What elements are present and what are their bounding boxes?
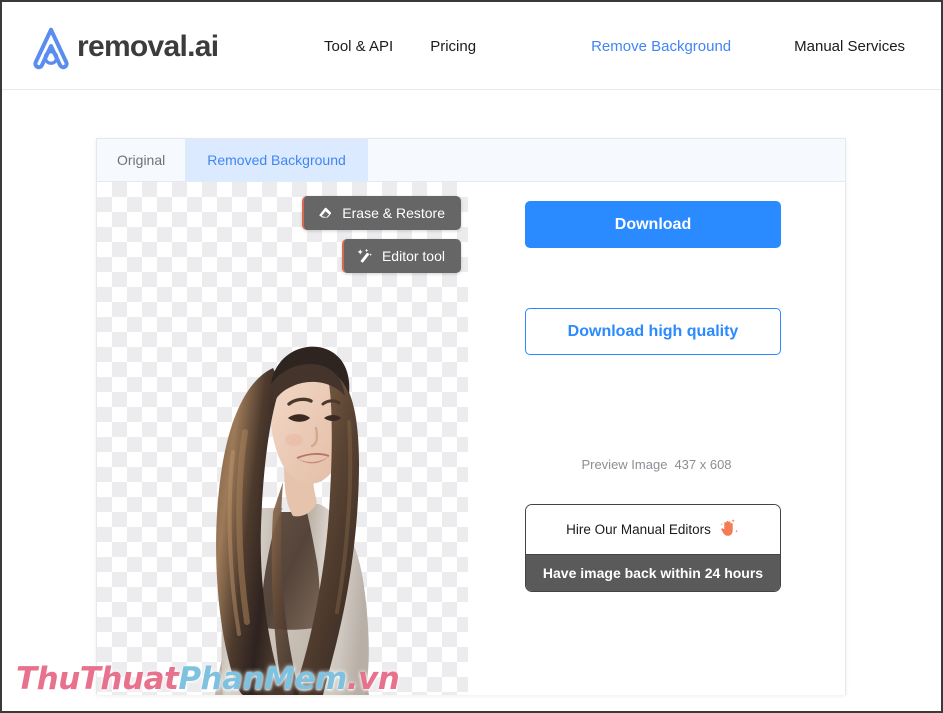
editor-tool-label: Editor tool <box>381 248 445 264</box>
eraser-icon <box>317 205 333 221</box>
nav-item-remove-background[interactable]: Remove Background <box>591 38 731 55</box>
canvas-tool-buttons: Erase & Restore Editor tool <box>302 196 461 273</box>
watermark-part-2: PhanMem <box>178 661 347 697</box>
image-tabs: Original Removed Background <box>97 139 845 182</box>
window-border-left <box>0 0 2 713</box>
tab-removed-background[interactable]: Removed Background <box>185 139 368 181</box>
nav-item-manual-services[interactable]: Manual Services <box>794 38 905 55</box>
image-canvas[interactable]: Erase & Restore Editor tool <box>97 182 468 695</box>
raised-hand-sparkle-icon <box>717 517 740 543</box>
preview-image-size: 437 x 608 <box>674 457 732 472</box>
site-watermark: ThuThuatPhanMem.vn <box>16 661 400 697</box>
erase-and-restore-label: Erase & Restore <box>342 205 445 221</box>
magic-wand-icon <box>357 248 373 264</box>
tab-original[interactable]: Original <box>97 139 186 181</box>
preview-image-caption: Preview Image 437 x 608 <box>468 457 845 472</box>
preview-image-label: Preview Image <box>581 457 668 472</box>
hire-turnaround-banner: Have image back within 24 hours <box>526 554 780 591</box>
hire-manual-editors-header: Hire Our Manual Editors <box>526 505 780 554</box>
download-button[interactable]: Download <box>525 201 781 248</box>
watermark-part-3: .vn <box>346 661 400 697</box>
page-root: removal.ai Tool & API Pricing Remove Bac… <box>0 0 943 713</box>
logo-text: removal.ai <box>77 30 219 63</box>
editor-card: Original Removed Background Erase & Rest… <box>96 138 846 695</box>
site-header: removal.ai Tool & API Pricing Remove Bac… <box>2 2 941 90</box>
download-high-quality-button[interactable]: Download high quality <box>525 308 781 355</box>
nav-item-tool-api[interactable]: Tool & API <box>324 38 393 55</box>
watermark-part-1: ThuThuat <box>16 661 179 697</box>
editor-tool-button[interactable]: Editor tool <box>341 239 461 273</box>
nav-item-pricing[interactable]: Pricing <box>430 38 476 55</box>
main-navigation: Tool & API Pricing Remove Background Man… <box>324 2 943 90</box>
hire-manual-editors-label: Hire Our Manual Editors <box>566 522 711 537</box>
removal-ai-logo-icon <box>28 24 74 70</box>
site-logo[interactable]: removal.ai <box>28 24 219 70</box>
erase-and-restore-button[interactable]: Erase & Restore <box>302 196 461 230</box>
download-panel: Download Preview Image 437 x 608 Download… <box>468 182 845 695</box>
hire-manual-editors-card[interactable]: Hire Our Manual Editors Have image back … <box>525 504 781 592</box>
